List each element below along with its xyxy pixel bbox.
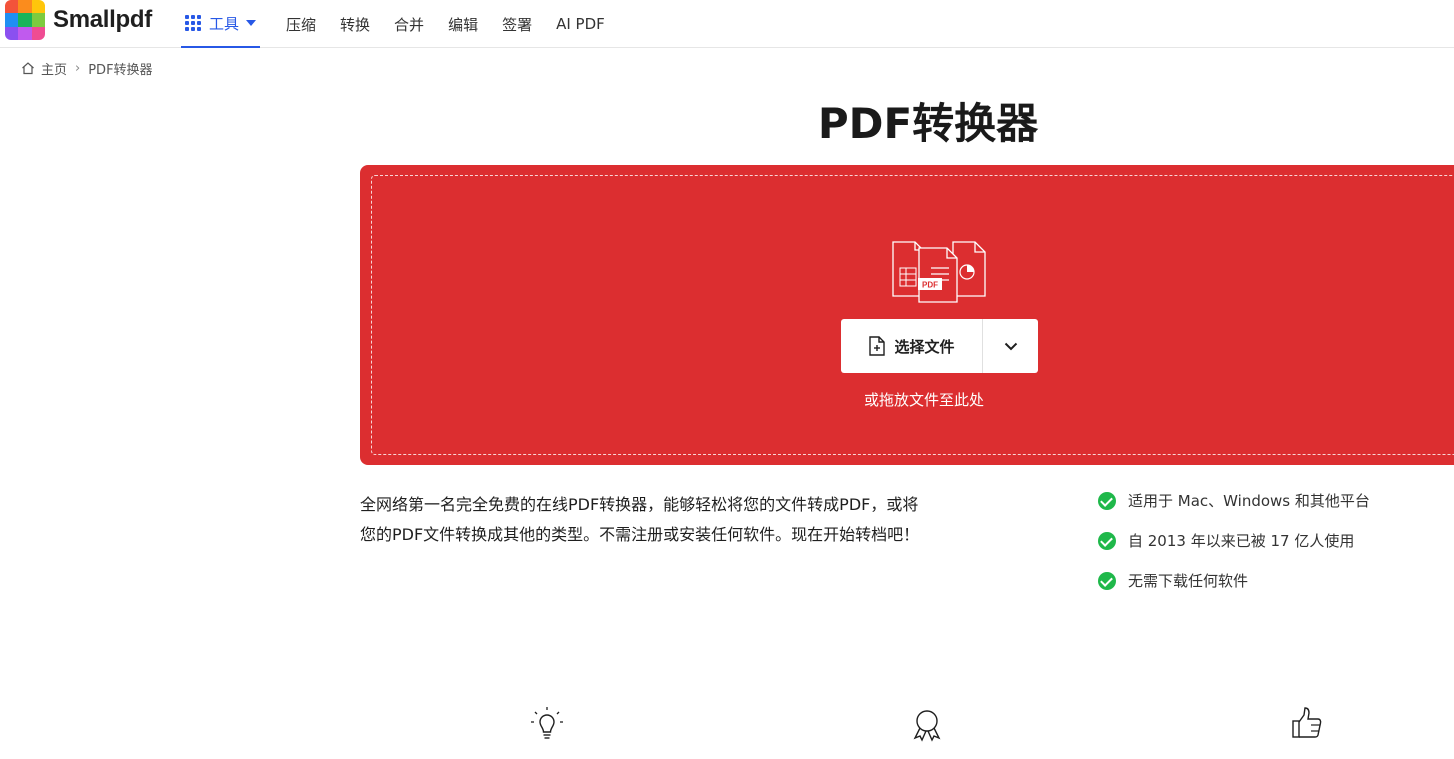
pdf-badge: PDF: [922, 281, 938, 290]
feature-text: 无需下载任何软件: [1128, 572, 1249, 590]
nav-convert[interactable]: 转换: [340, 0, 370, 48]
nav-merge[interactable]: 合并: [394, 0, 424, 48]
nav-compress[interactable]: 压缩: [286, 0, 316, 48]
nav-sign[interactable]: 签署: [502, 0, 532, 48]
logo[interactable]: Smallpdf: [5, 0, 152, 40]
description-line-1: 全网络第一名完全免费的在线PDF转换器，能够轻松将您的文件转成PDF，或将: [360, 495, 919, 514]
chevron-down-icon: [1004, 342, 1017, 350]
documents-illustration-icon: PDF: [892, 241, 986, 303]
grid-icon: [185, 15, 201, 31]
drop-hint-text: 或拖放文件至此处: [864, 391, 985, 409]
lightbulb-icon: [531, 707, 563, 739]
feature-item: 适用于 Mac、Windows 和其他平台: [1098, 489, 1438, 529]
nav-tools-label: 工具: [209, 14, 240, 33]
page-title: PDF转换器: [817, 99, 1039, 148]
nav-tools[interactable]: 工具: [181, 0, 261, 48]
feature-list: 适用于 Mac、Windows 和其他平台 自 2013 年以来已被 17 亿人…: [1098, 489, 1438, 609]
feature-item: 自 2013 年以来已被 17 亿人使用: [1098, 529, 1438, 569]
feature-text: 自 2013 年以来已被 17 亿人使用: [1128, 532, 1355, 550]
check-circle-icon: [1098, 492, 1116, 510]
main-nav: 工具 压缩 转换 合并 编辑 签署 AI PDF: [181, 0, 629, 48]
nav-edit[interactable]: 编辑: [448, 0, 478, 48]
choose-file-group: 选择文件: [841, 319, 1038, 373]
caret-down-icon: [246, 20, 257, 26]
logo-icon: [5, 0, 45, 40]
top-nav-bar: Smallpdf 工具 压缩 转换 合并 编辑 签署 AI PDF: [0, 0, 1454, 48]
dropzone-dashed-border: PDF 选择文件 或拖放文件至此处: [371, 175, 1454, 455]
award-icon: [913, 710, 941, 742]
description-line-2: 您的PDF文件转换成其他的类型。不需注册或安装任何软件。现在开始转档吧！: [360, 525, 920, 544]
choose-file-label: 选择文件: [894, 337, 955, 356]
home-icon: [22, 62, 34, 75]
breadcrumb-current: PDF转换器: [88, 62, 153, 78]
feature-text: 适用于 Mac、Windows 和其他平台: [1128, 492, 1370, 510]
breadcrumb: 主页 › PDF转换器: [21, 59, 153, 78]
file-dropzone[interactable]: PDF 选择文件 或拖放文件至此处: [360, 165, 1454, 465]
tool-description: 全网络第一名完全免费的在线PDF转换器，能够轻松将您的文件转成PDF，或将 您的…: [360, 490, 1000, 550]
breadcrumb-separator: ›: [75, 60, 81, 76]
logo-text: Smallpdf: [53, 6, 152, 33]
thumbs-up-icon: [1292, 707, 1322, 738]
check-circle-icon: [1098, 572, 1116, 590]
check-circle-icon: [1098, 532, 1116, 550]
nav-ai-pdf[interactable]: AI PDF: [556, 0, 605, 48]
choose-source-dropdown-button[interactable]: [983, 319, 1038, 373]
breadcrumb-home[interactable]: 主页: [41, 59, 67, 78]
choose-file-button[interactable]: 选择文件: [841, 319, 983, 373]
feature-item: 无需下载任何软件: [1098, 569, 1438, 609]
file-plus-icon: [869, 336, 886, 356]
